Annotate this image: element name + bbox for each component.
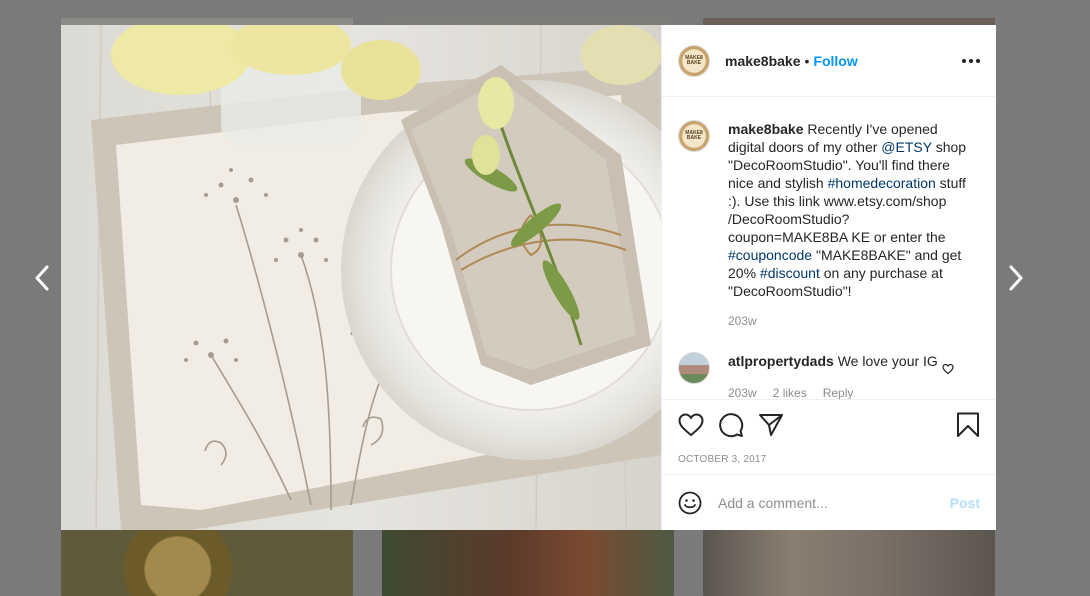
post-photo-illustration	[61, 25, 661, 530]
avatar-logo-text: MAKE8 BAKE	[685, 54, 703, 66]
follow-button[interactable]: Follow	[813, 53, 857, 69]
caption-text: make8bake Recently I've opened digital d…	[728, 120, 968, 300]
bookmark-icon	[957, 412, 979, 437]
author-username[interactable]: make8bake	[725, 53, 801, 69]
caption-timestamp[interactable]: 203w	[728, 314, 980, 328]
more-dot-icon	[976, 58, 980, 63]
comment-button[interactable]	[718, 412, 744, 438]
post-comment-button[interactable]: Post	[950, 495, 980, 511]
comment-text: We love your IG	[833, 353, 938, 369]
author-avatar[interactable]: MAKE8 BAKE	[678, 44, 710, 77]
post-date[interactable]: OCTOBER 3, 2017	[678, 454, 980, 465]
emoji-icon[interactable]	[678, 491, 702, 515]
like-comment-button[interactable]	[942, 362, 954, 380]
post-caption: MAKE8 BAKE make8bake Recently I've opene…	[678, 120, 980, 300]
comment-item: atlpropertydads We love your IG 203w 2 l…	[678, 352, 980, 399]
comment-input[interactable]	[718, 494, 950, 511]
comment-likes[interactable]: 2 likes	[773, 384, 807, 399]
background-post-thumbnail[interactable]	[382, 530, 674, 596]
background-top-strip	[0, 0, 1090, 18]
hashtag-link[interactable]: #discount	[760, 265, 820, 281]
comment-content: atlpropertydads We love your IG	[728, 352, 938, 370]
avatar-logo-text: MAKE8 BAKE	[685, 130, 703, 141]
caption-username[interactable]: make8bake	[728, 121, 804, 137]
action-icons-row	[678, 410, 980, 440]
commenter-avatar[interactable]	[678, 352, 710, 384]
comment-timestamp[interactable]: 203w	[728, 384, 757, 399]
post-actions: OCTOBER 3, 2017	[662, 399, 996, 465]
add-comment-bar: Post	[662, 474, 996, 530]
post-header: MAKE8 BAKE make8bake • Follow	[662, 25, 996, 97]
post-photo[interactable]	[61, 25, 661, 530]
background-post-thumbnail[interactable]	[61, 530, 353, 596]
hashtag-link[interactable]: #couponcode	[728, 247, 812, 263]
heart-icon	[678, 413, 704, 437]
like-button[interactable]	[678, 413, 704, 437]
share-button[interactable]	[758, 412, 784, 438]
post-side-panel: MAKE8 BAKE make8bake • Follow MAKE8 BAKE…	[661, 25, 996, 530]
more-options-button[interactable]	[962, 58, 980, 63]
hashtag-link[interactable]: #homedecoration	[828, 175, 936, 191]
comment-body: atlpropertydads We love your IG 203w 2 l…	[728, 352, 938, 399]
chevron-left-icon	[35, 265, 49, 291]
header-separator: •	[804, 52, 810, 69]
heart-outline-icon	[942, 363, 954, 375]
share-icon	[759, 414, 783, 436]
mention-link[interactable]: @ETSY	[881, 139, 932, 155]
previous-post-button[interactable]	[26, 262, 58, 294]
chevron-right-icon	[1009, 265, 1023, 291]
background-post-thumbnail[interactable]	[703, 530, 995, 596]
more-dot-icon	[962, 58, 966, 63]
commenter-username[interactable]: atlpropertydads	[728, 353, 834, 369]
comments-list[interactable]: MAKE8 BAKE make8bake Recently I've opene…	[662, 98, 996, 399]
comment-reply-button[interactable]: Reply	[823, 384, 854, 399]
save-button[interactable]	[956, 412, 980, 438]
comment-icon	[719, 413, 744, 438]
post-modal: MAKE8 BAKE make8bake • Follow MAKE8 BAKE…	[61, 25, 996, 530]
more-dot-icon	[969, 58, 973, 63]
comment-meta: 203w 2 likes Reply	[728, 384, 938, 399]
next-post-button[interactable]	[1000, 262, 1032, 294]
caption-avatar[interactable]: MAKE8 BAKE	[678, 120, 710, 152]
